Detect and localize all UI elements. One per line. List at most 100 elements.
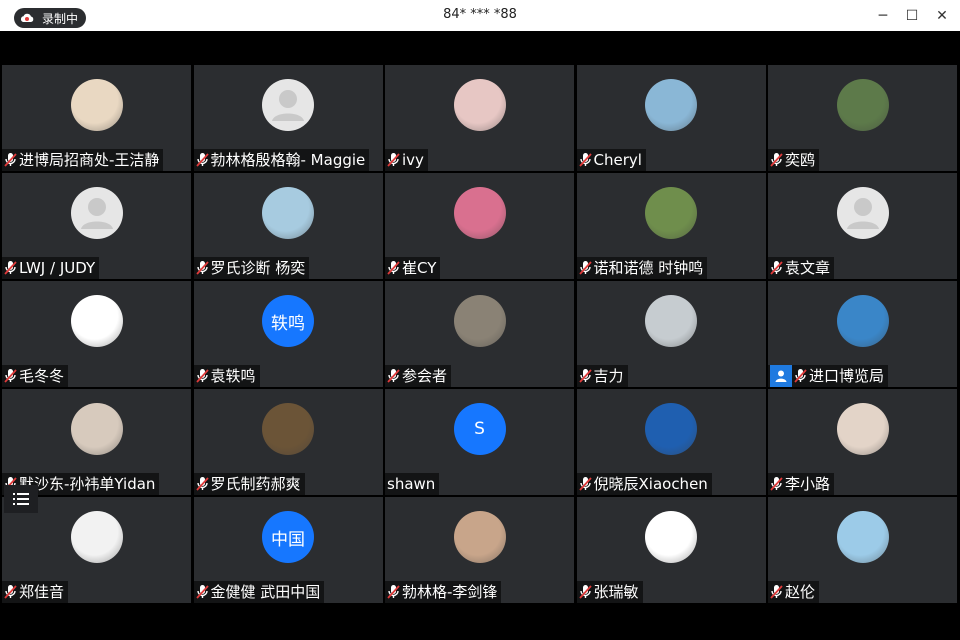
- participant-tile[interactable]: Cheryl: [576, 65, 766, 171]
- participant-name-bar: shawn: [385, 473, 440, 495]
- mic-muted-icon: [768, 584, 785, 600]
- participant-name: 诺和诺德 时钟鸣: [593, 259, 704, 277]
- photo-avatar: [70, 511, 123, 563]
- participant-name-bar: 崔CY: [385, 257, 441, 279]
- photo-avatar: [262, 403, 314, 455]
- participant-name: shawn: [387, 475, 436, 493]
- participant-name-bar: 参会者: [385, 365, 452, 387]
- participant-tile[interactable]: 参会者: [385, 281, 574, 387]
- photo-avatar: [453, 511, 506, 563]
- participant-tile[interactable]: 袁文章: [768, 173, 957, 279]
- photo-avatar: [836, 511, 889, 563]
- participant-name: 参会者: [402, 367, 448, 385]
- participant-name-bar: Cheryl: [576, 149, 646, 171]
- host-user-icon: [770, 365, 792, 387]
- participant-name-bar: 进口博览局: [768, 365, 889, 387]
- participant-name-bar: 赵伦: [768, 581, 820, 603]
- participant-grid: 进博局招商处-王洁静 勃林格殷格翰- Maggie ivy Cheryl 奕鸥 LWJ /…: [2, 65, 957, 605]
- participant-tile[interactable]: 奕鸥: [768, 65, 957, 171]
- photo-avatar: [836, 295, 889, 347]
- mic-muted-icon: [194, 152, 211, 168]
- participant-tile[interactable]: 勃林格-李剑锋: [385, 497, 574, 603]
- initials-avatar: 轶鸣: [262, 295, 314, 347]
- participant-tile[interactable]: 勃林格殷格翰- Maggie: [193, 65, 383, 171]
- participant-tile[interactable]: 李小路: [768, 389, 957, 495]
- participant-tile[interactable]: 轶鸣袁轶鸣: [193, 281, 383, 387]
- participant-tile[interactable]: 毛冬冬: [2, 281, 191, 387]
- participant-name: 赵伦: [785, 583, 816, 601]
- mic-muted-icon: [194, 476, 211, 492]
- participant-name: 毛冬冬: [19, 367, 65, 385]
- mic-muted-icon: [385, 260, 402, 276]
- participant-name: 郑佳音: [19, 583, 65, 601]
- mic-muted-icon: [577, 260, 594, 276]
- mic-muted-icon: [577, 368, 594, 384]
- participant-tile[interactable]: 中国金健健 武田中国: [193, 497, 383, 603]
- mic-muted-icon: [385, 368, 402, 384]
- mic-muted-icon: [577, 476, 594, 492]
- participant-name: 崔CY: [402, 259, 437, 277]
- participant-tile[interactable]: 吉力: [576, 281, 766, 387]
- participant-name-bar: 吉力: [576, 365, 628, 387]
- initials-avatar: 中国: [262, 511, 314, 563]
- participant-tile[interactable]: 赵伦: [768, 497, 957, 603]
- photo-avatar: [262, 187, 314, 239]
- participant-tile[interactable]: Sshawn: [385, 389, 574, 495]
- participant-tile[interactable]: LWJ / JUDY: [2, 173, 191, 279]
- photo-avatar: [645, 295, 697, 347]
- participant-name-bar: LWJ / JUDY: [2, 257, 100, 279]
- close-button[interactable]: ✕: [926, 0, 958, 31]
- participant-tile[interactable]: 倪晓辰Xiaochen: [576, 389, 766, 495]
- initials-avatar: S: [453, 403, 506, 455]
- photo-avatar: [453, 79, 506, 131]
- participant-name: 金健健 武田中国: [210, 583, 321, 601]
- photo-avatar: [70, 79, 123, 131]
- mic-muted-icon: [768, 260, 785, 276]
- photo-avatar: [453, 187, 506, 239]
- participant-name: 罗氏制药郝爽: [210, 475, 301, 493]
- participant-name-bar: ivy: [385, 149, 428, 171]
- mic-muted-icon: [577, 584, 594, 600]
- participant-name: 袁文章: [785, 259, 831, 277]
- participant-tile[interactable]: 罗氏诊断 杨奕: [193, 173, 383, 279]
- participant-name: 袁轶鸣: [210, 367, 256, 385]
- participant-tile[interactable]: 罗氏制药郝爽: [193, 389, 383, 495]
- default-avatar-icon: [262, 79, 314, 131]
- participant-name: 进口博览局: [809, 367, 885, 385]
- participant-tile[interactable]: 进口博览局: [768, 281, 957, 387]
- participant-name: 勃林格殷格翰- Maggie: [210, 151, 366, 169]
- participant-tile[interactable]: 崔CY: [385, 173, 574, 279]
- participant-name-bar: 袁文章: [768, 257, 835, 279]
- title-bar: 84* *** *88 ─ ☐ ✕: [0, 0, 960, 31]
- window-title: 84* *** *88: [443, 7, 517, 22]
- participant-name-bar: 勃林格殷格翰- Maggie: [193, 149, 370, 171]
- participant-name-bar: 进博局招商处-王洁静: [2, 149, 164, 171]
- photo-avatar: [645, 79, 697, 131]
- mic-muted-icon: [2, 260, 19, 276]
- participant-name-bar: 倪晓辰Xiaochen: [576, 473, 712, 495]
- participant-tile[interactable]: 默沙东-孙祎单Yidan: [2, 389, 191, 495]
- participant-tile[interactable]: 诺和诺德 时钟鸣: [576, 173, 766, 279]
- minimize-button[interactable]: ─: [867, 0, 899, 31]
- list-icon: [13, 493, 29, 505]
- participant-tile[interactable]: 进博局招商处-王洁静: [2, 65, 191, 171]
- participant-tile[interactable]: ivy: [385, 65, 574, 171]
- mic-muted-icon: [2, 152, 19, 168]
- recording-label: 录制中: [42, 11, 79, 26]
- photo-avatar: [70, 403, 123, 455]
- photo-avatar: [645, 187, 697, 239]
- mic-muted-icon: [768, 152, 785, 168]
- participant-name-bar: 罗氏制药郝爽: [193, 473, 305, 495]
- default-avatar-icon: [70, 187, 123, 239]
- maximize-button[interactable]: ☐: [896, 0, 928, 31]
- default-avatar-icon: [836, 187, 889, 239]
- participant-list-button[interactable]: [4, 485, 38, 513]
- participant-name: 吉力: [593, 367, 624, 385]
- participant-name-bar: 李小路: [768, 473, 835, 495]
- participant-name-bar: 诺和诺德 时钟鸣: [576, 257, 708, 279]
- mic-muted-icon: [385, 152, 402, 168]
- participant-name: ivy: [402, 151, 424, 169]
- participant-tile[interactable]: 张瑞敏: [576, 497, 766, 603]
- participant-name: 张瑞敏: [593, 583, 639, 601]
- bottom-bar: [0, 605, 960, 640]
